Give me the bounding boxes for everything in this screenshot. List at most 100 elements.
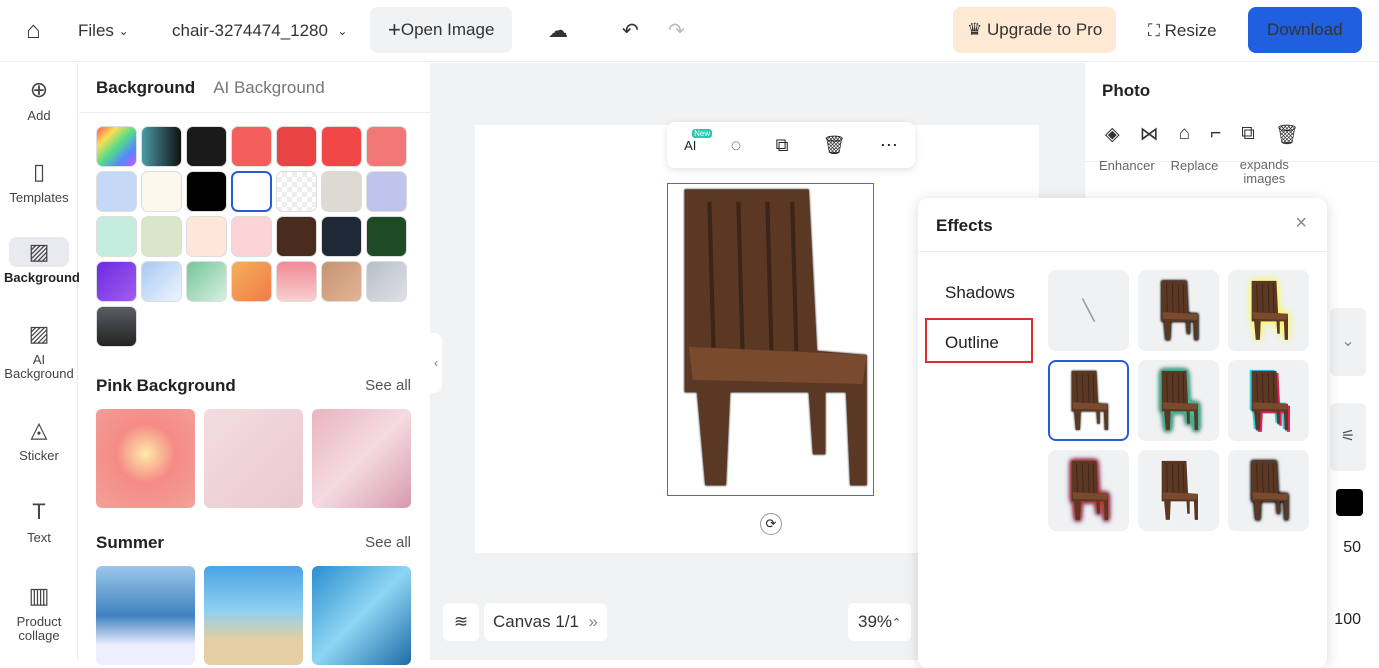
color-swatch[interactable]	[276, 261, 317, 302]
value-field[interactable]: 100	[1334, 611, 1361, 629]
effect-preset-white-outline[interactable]	[1048, 360, 1129, 441]
menu-outline[interactable]: Outline	[925, 318, 1033, 363]
tab-ai-background[interactable]: AI Background	[213, 78, 325, 98]
lock-icon[interactable]: ⌂	[1179, 123, 1190, 147]
color-swatch[interactable]	[141, 216, 182, 257]
rail-item-ai-background[interactable]: ▨ AI Background	[0, 319, 78, 381]
rail-item-background[interactable]: ▨ Background	[0, 237, 80, 285]
effect-preset-dark-outline[interactable]	[1138, 270, 1219, 351]
layers-button[interactable]: ≋	[443, 603, 479, 641]
duplicate-icon[interactable]: ⧉	[1241, 123, 1255, 147]
files-menu[interactable]: Files ⌄	[78, 21, 129, 41]
delete-icon[interactable]: 🗑	[823, 135, 846, 156]
dropdown-chevron-icon[interactable]: ⌄	[1330, 308, 1366, 376]
color-swatch[interactable]	[276, 171, 317, 212]
color-swatch[interactable]	[96, 171, 137, 212]
color-swatch[interactable]	[96, 261, 137, 302]
layers-icon[interactable]: ◈	[1105, 123, 1120, 147]
background-thumbnail[interactable]	[312, 409, 411, 508]
color-swatch[interactable]	[276, 216, 317, 257]
redo-icon[interactable]: ↷	[668, 18, 685, 43]
effect-preset-black-outline[interactable]	[1228, 450, 1309, 531]
color-swatch[interactable]	[231, 261, 272, 302]
color-swatch[interactable]	[231, 216, 272, 257]
chair-preview	[1067, 460, 1111, 522]
effect-preset-yellow-glow[interactable]	[1228, 270, 1309, 351]
color-swatch[interactable]	[96, 306, 137, 347]
color-swatch[interactable]	[366, 216, 407, 257]
download-button[interactable]: Download	[1248, 7, 1362, 53]
rail-item-add[interactable]: ⊕ Add	[0, 75, 78, 123]
background-thumbnail[interactable]	[96, 409, 195, 508]
delete-icon[interactable]: 🗑	[1275, 123, 1299, 147]
more-icon[interactable]: ⋯	[880, 135, 898, 156]
open-image-button[interactable]: + Open Image	[370, 7, 513, 53]
background-thumbnail[interactable]	[96, 566, 195, 665]
home-icon[interactable]: ⌂	[26, 17, 41, 45]
color-swatch[interactable]	[321, 171, 362, 212]
chair-preview	[1247, 280, 1291, 342]
background-thumbnail[interactable]	[204, 409, 303, 508]
menu-shadows[interactable]: Shadows	[945, 283, 1015, 303]
color-swatch[interactable]	[321, 126, 362, 167]
color-swatch[interactable]	[231, 126, 272, 167]
paint-format-icon[interactable]: ⌐	[1210, 123, 1221, 147]
tool-label: Replace	[1170, 158, 1219, 173]
close-icon[interactable]: ×	[1295, 212, 1307, 235]
see-all-link[interactable]: See all	[365, 534, 411, 551]
color-swatch[interactable]	[186, 171, 227, 212]
value-field[interactable]: 50	[1343, 539, 1361, 557]
zoom-control[interactable]: 39% ⌃	[848, 603, 912, 641]
color-swatch[interactable]	[366, 261, 407, 302]
cutout-icon[interactable]: ◌	[731, 135, 742, 156]
color-swatch[interactable]	[141, 126, 182, 167]
rail-item-sticker[interactable]: ◬ Sticker	[0, 415, 78, 463]
color-swatch[interactable]	[96, 126, 137, 167]
color-swatch[interactable]	[231, 171, 272, 212]
color-swatch[interactable]	[366, 126, 407, 167]
text-icon: T	[32, 499, 46, 524]
effect-preset-thin-white[interactable]	[1138, 450, 1219, 531]
flip-icon[interactable]: ⋈	[1140, 123, 1159, 147]
color-swatch[interactable]	[141, 171, 182, 212]
see-all-link[interactable]: See all	[365, 377, 411, 394]
rotate-handle[interactable]: ⟳	[760, 513, 782, 535]
filename-menu[interactable]: chair-3274474_1280 ⌄	[172, 21, 347, 41]
rail-item-text[interactable]: T Text	[0, 497, 78, 545]
undo-icon[interactable]: ↶	[622, 18, 639, 43]
upgrade-button[interactable]: ♛ Upgrade to Pro	[953, 7, 1117, 53]
color-swatch[interactable]	[186, 126, 227, 167]
tab-background[interactable]: Background	[96, 78, 195, 98]
effect-preset-rgb-split[interactable]	[1228, 360, 1309, 441]
templates-icon: ▯	[32, 159, 46, 184]
effect-preset-none[interactable]: ╲	[1048, 270, 1129, 351]
color-swatch[interactable]	[321, 216, 362, 257]
color-swatch[interactable]	[366, 171, 407, 212]
chair-image[interactable]	[668, 184, 875, 497]
resize-button[interactable]: ⛶ Resize	[1148, 21, 1217, 41]
rail-item-product-collage[interactable]: ▥ Product collage	[0, 581, 78, 643]
effect-preset-red-outline[interactable]	[1048, 450, 1129, 531]
top-toolbar: ⌂ Files ⌄ chair-3274474_1280 ⌄ + Open Ima…	[0, 0, 1379, 62]
collapse-panel-button[interactable]: ‹	[430, 333, 442, 393]
adjust-icon[interactable]: ⚟	[1330, 403, 1366, 471]
background-thumbnail[interactable]	[312, 566, 411, 665]
cloud-save-icon[interactable]: ☁	[548, 18, 568, 43]
effect-preset-teal-outline[interactable]	[1138, 360, 1219, 441]
canvas-pages-button[interactable]: Canvas 1/1 »	[484, 603, 607, 641]
color-swatch[interactable]	[321, 261, 362, 302]
color-swatch[interactable]	[96, 216, 137, 257]
background-thumbnail[interactable]	[204, 566, 303, 665]
color-swatch[interactable]	[186, 261, 227, 302]
rail-label: Text	[27, 530, 51, 545]
rail-item-templates[interactable]: ▯ Templates	[0, 157, 78, 205]
color-swatch[interactable]	[1336, 489, 1363, 516]
color-swatch[interactable]	[276, 126, 317, 167]
chevron-down-icon: ⌄	[337, 23, 348, 38]
color-swatch[interactable]	[186, 216, 227, 257]
color-swatch[interactable]	[141, 261, 182, 302]
duplicate-icon[interactable]: ⧉	[776, 135, 789, 156]
ai-tool-icon[interactable]: AI New	[684, 128, 713, 153]
selection-box[interactable]	[667, 183, 874, 496]
section-title: Pink Background	[96, 376, 236, 395]
